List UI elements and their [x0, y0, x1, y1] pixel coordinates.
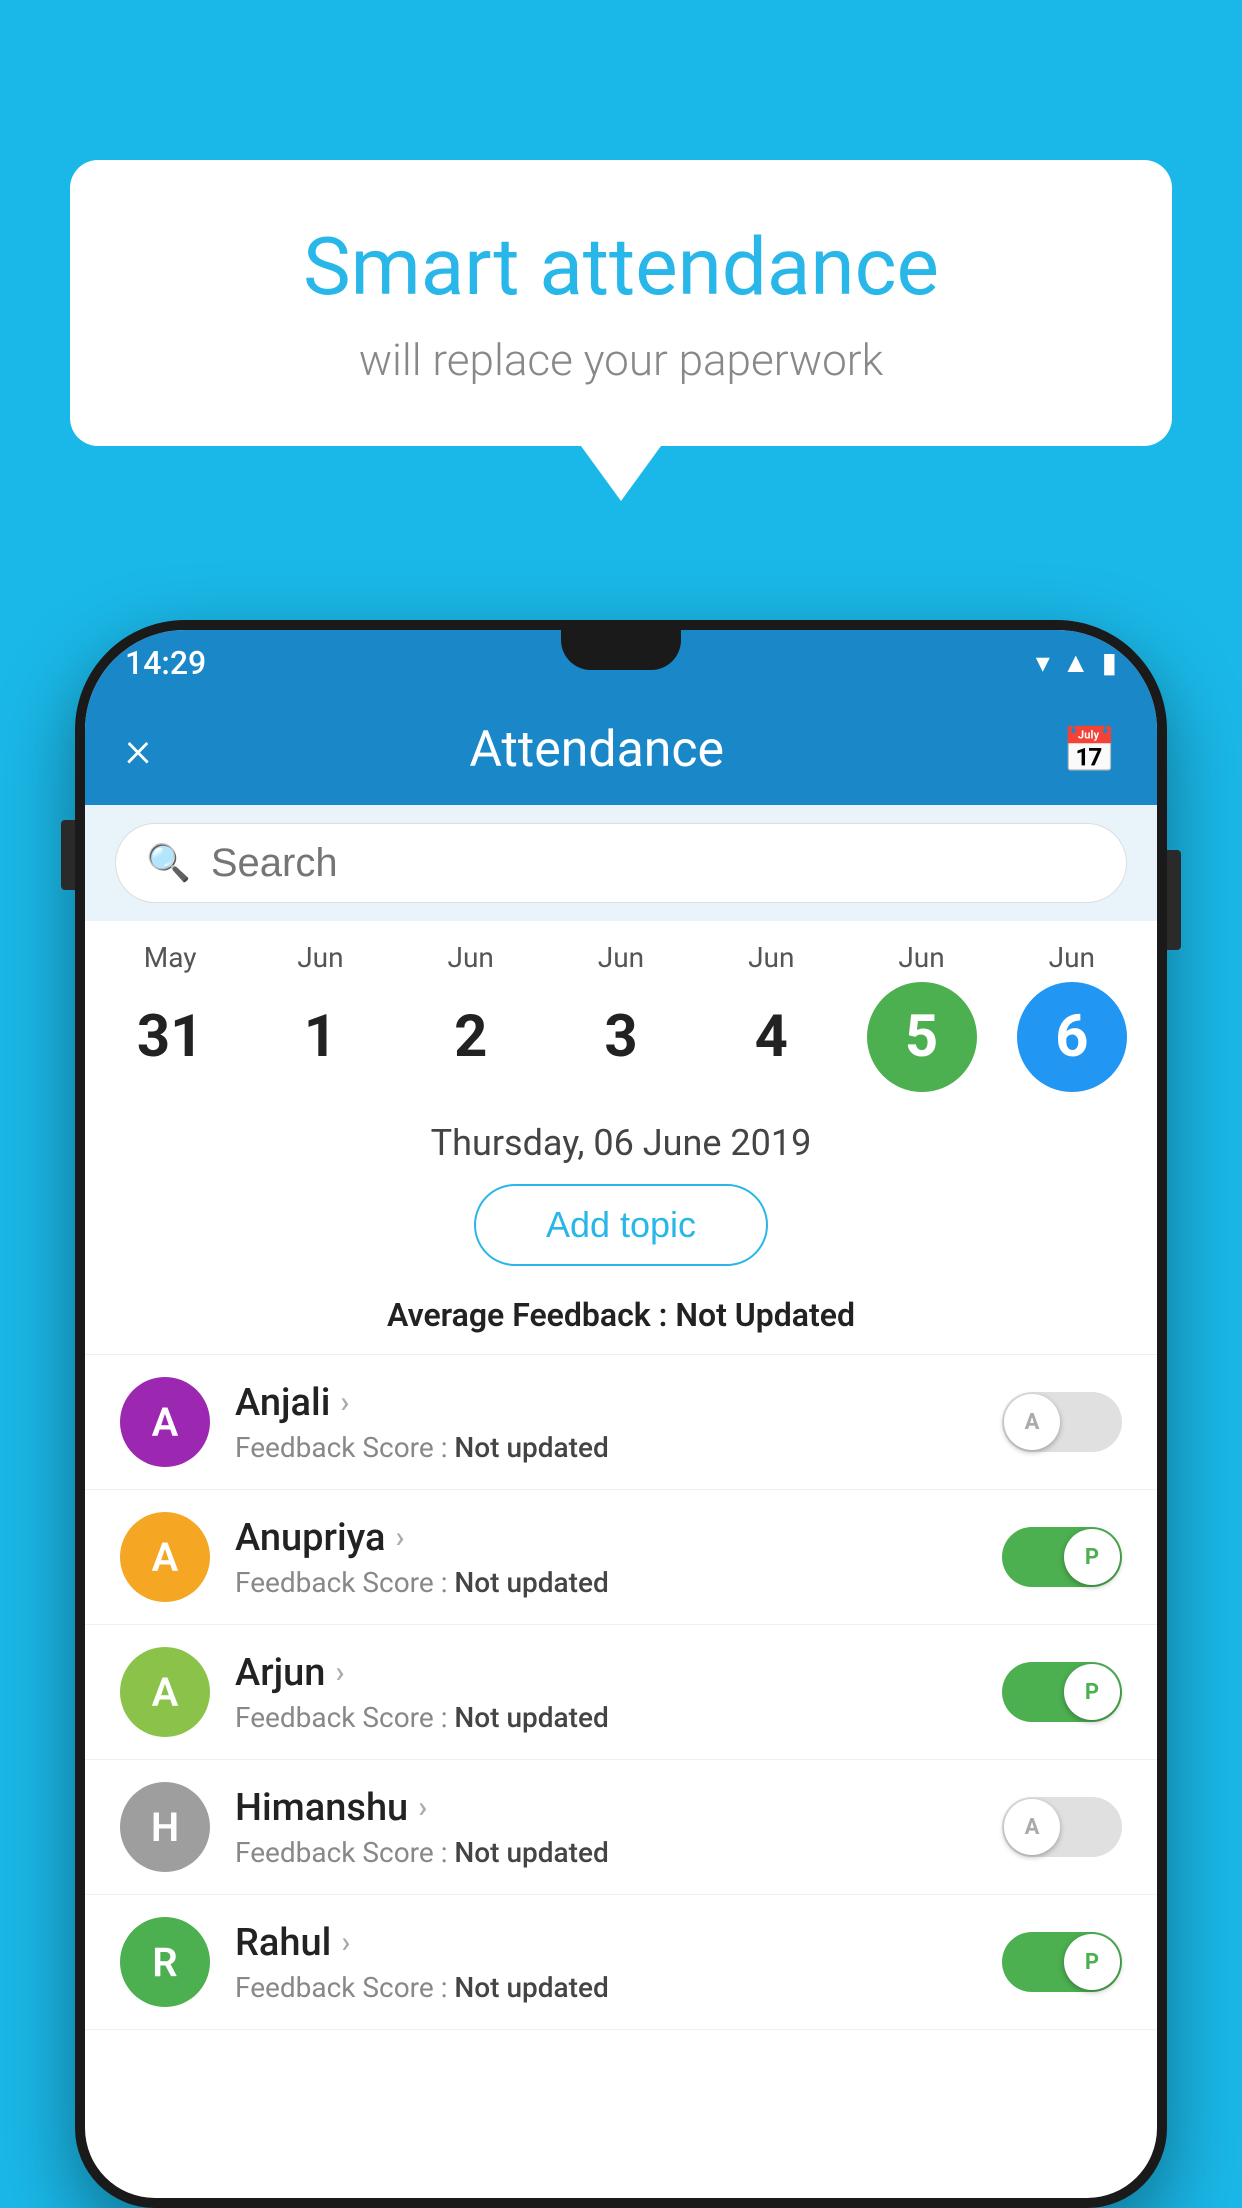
attendance-toggle[interactable]: P	[1002, 1932, 1122, 1992]
date-number[interactable]: 5	[867, 982, 977, 1092]
volume-button	[61, 820, 75, 890]
calendar-icon[interactable]: 📅	[1062, 724, 1117, 776]
date-month: Jun	[748, 941, 794, 974]
toggle-knob: P	[1064, 1934, 1120, 1990]
student-avatar: A	[120, 1377, 210, 1467]
search-bar-container: 🔍	[85, 805, 1157, 921]
student-avatar: A	[120, 1647, 210, 1737]
student-name: Arjun ›	[235, 1651, 977, 1695]
speech-bubble-tail	[581, 446, 661, 501]
student-feedback: Feedback Score : Not updated	[235, 1971, 977, 2004]
attendance-toggle-container: P	[1002, 1527, 1122, 1587]
date-number[interactable]: 3	[566, 982, 676, 1092]
student-feedback: Feedback Score : Not updated	[235, 1701, 977, 1734]
date-month: Jun	[898, 941, 944, 974]
avg-feedback: Average Feedback : Not Updated	[85, 1286, 1157, 1355]
toggle-knob: A	[1004, 1799, 1060, 1855]
date-scroller[interactable]: May 31 Jun 1 Jun 2 Jun 3 Jun 4 Jun 5 Jun 6	[85, 921, 1157, 1102]
student-item[interactable]: A Anupriya › Feedback Score : Not updated P	[85, 1490, 1157, 1625]
attendance-toggle-container: P	[1002, 1932, 1122, 1992]
add-topic-container: Add topic	[85, 1174, 1157, 1286]
student-feedback: Feedback Score : Not updated	[235, 1566, 977, 1599]
chevron-right-icon: ›	[395, 1520, 404, 1555]
student-info: Rahul › Feedback Score : Not updated	[235, 1921, 977, 2004]
chevron-right-icon: ›	[335, 1655, 344, 1690]
attendance-toggle-container: P	[1002, 1662, 1122, 1722]
toggle-knob: A	[1004, 1394, 1060, 1450]
search-bar[interactable]: 🔍	[115, 823, 1127, 903]
attendance-toggle-container: A	[1002, 1797, 1122, 1857]
student-avatar: H	[120, 1782, 210, 1872]
date-month: Jun	[297, 941, 343, 974]
attendance-toggle[interactable]: P	[1002, 1527, 1122, 1587]
status-time: 14:29	[125, 644, 206, 682]
date-month: May	[144, 941, 197, 974]
date-number[interactable]: 4	[716, 982, 826, 1092]
app-bar: × Attendance 📅	[85, 695, 1157, 805]
close-button[interactable]: ×	[125, 725, 151, 775]
app-title: Attendance	[181, 721, 1012, 779]
battery-icon: ▮	[1102, 646, 1117, 679]
status-icons: ▾ ▲ ▮	[1036, 646, 1117, 679]
speech-bubble-container: Smart attendance will replace your paper…	[70, 160, 1172, 501]
chevron-right-icon: ›	[341, 1925, 350, 1960]
student-feedback: Feedback Score : Not updated	[235, 1836, 977, 1869]
date-item[interactable]: Jun 4	[706, 941, 836, 1092]
student-avatar: R	[120, 1917, 210, 2007]
student-item[interactable]: A Anjali › Feedback Score : Not updated A	[85, 1355, 1157, 1490]
date-item[interactable]: Jun 5	[857, 941, 987, 1092]
search-icon: 🔍	[146, 842, 191, 884]
student-name: Rahul ›	[235, 1921, 977, 1965]
student-name: Himanshu ›	[235, 1786, 977, 1830]
avg-feedback-label: Average Feedback :	[387, 1296, 675, 1334]
speech-bubble-title: Smart attendance	[150, 220, 1092, 314]
attendance-toggle-container: A	[1002, 1392, 1122, 1452]
wifi-icon: ▾	[1036, 646, 1050, 679]
date-number[interactable]: 31	[115, 982, 225, 1092]
date-item[interactable]: Jun 1	[255, 941, 385, 1092]
power-button	[1167, 850, 1181, 950]
avg-feedback-value: Not Updated	[675, 1296, 855, 1334]
student-info: Himanshu › Feedback Score : Not updated	[235, 1786, 977, 1869]
speech-bubble: Smart attendance will replace your paper…	[70, 160, 1172, 446]
student-name: Anupriya ›	[235, 1516, 977, 1560]
add-topic-button[interactable]: Add topic	[474, 1184, 768, 1266]
student-info: Anupriya › Feedback Score : Not updated	[235, 1516, 977, 1599]
student-name: Anjali ›	[235, 1381, 977, 1425]
date-month: Jun	[448, 941, 494, 974]
date-label: Thursday, 06 June 2019	[85, 1102, 1157, 1174]
date-month: Jun	[598, 941, 644, 974]
notch	[561, 630, 681, 670]
attendance-toggle[interactable]: A	[1002, 1392, 1122, 1452]
attendance-toggle[interactable]: P	[1002, 1662, 1122, 1722]
phone-screen: 14:29 ▾ ▲ ▮ × Attendance 📅 🔍 May31Jun1Ju…	[85, 630, 1157, 2198]
chevron-right-icon: ›	[418, 1790, 427, 1825]
student-info: Arjun › Feedback Score : Not updated	[235, 1651, 977, 1734]
student-item[interactable]: A Arjun › Feedback Score : Not updated P	[85, 1625, 1157, 1760]
student-avatar: A	[120, 1512, 210, 1602]
toggle-knob: P	[1064, 1529, 1120, 1585]
attendance-toggle[interactable]: A	[1002, 1797, 1122, 1857]
student-list: AAnjali ›Feedback Score : Not updatedAAA…	[85, 1355, 1157, 2030]
date-number[interactable]: 2	[416, 982, 526, 1092]
date-item[interactable]: Jun 3	[556, 941, 686, 1092]
date-number[interactable]: 6	[1017, 982, 1127, 1092]
student-item[interactable]: H Himanshu › Feedback Score : Not updated A	[85, 1760, 1157, 1895]
date-number[interactable]: 1	[265, 982, 375, 1092]
student-info: Anjali › Feedback Score : Not updated	[235, 1381, 977, 1464]
date-item[interactable]: Jun 2	[406, 941, 536, 1092]
phone-frame: 14:29 ▾ ▲ ▮ × Attendance 📅 🔍 May31Jun1Ju…	[75, 620, 1167, 2208]
date-item[interactable]: Jun 6	[1007, 941, 1137, 1092]
date-item[interactable]: May 31	[105, 941, 235, 1092]
student-feedback: Feedback Score : Not updated	[235, 1431, 977, 1464]
student-item[interactable]: R Rahul › Feedback Score : Not updated P	[85, 1895, 1157, 2030]
chevron-right-icon: ›	[340, 1385, 349, 1420]
search-input[interactable]	[211, 841, 1096, 886]
toggle-knob: P	[1064, 1664, 1120, 1720]
speech-bubble-subtitle: will replace your paperwork	[150, 334, 1092, 386]
date-month: Jun	[1049, 941, 1095, 974]
signal-icon: ▲	[1062, 646, 1090, 679]
